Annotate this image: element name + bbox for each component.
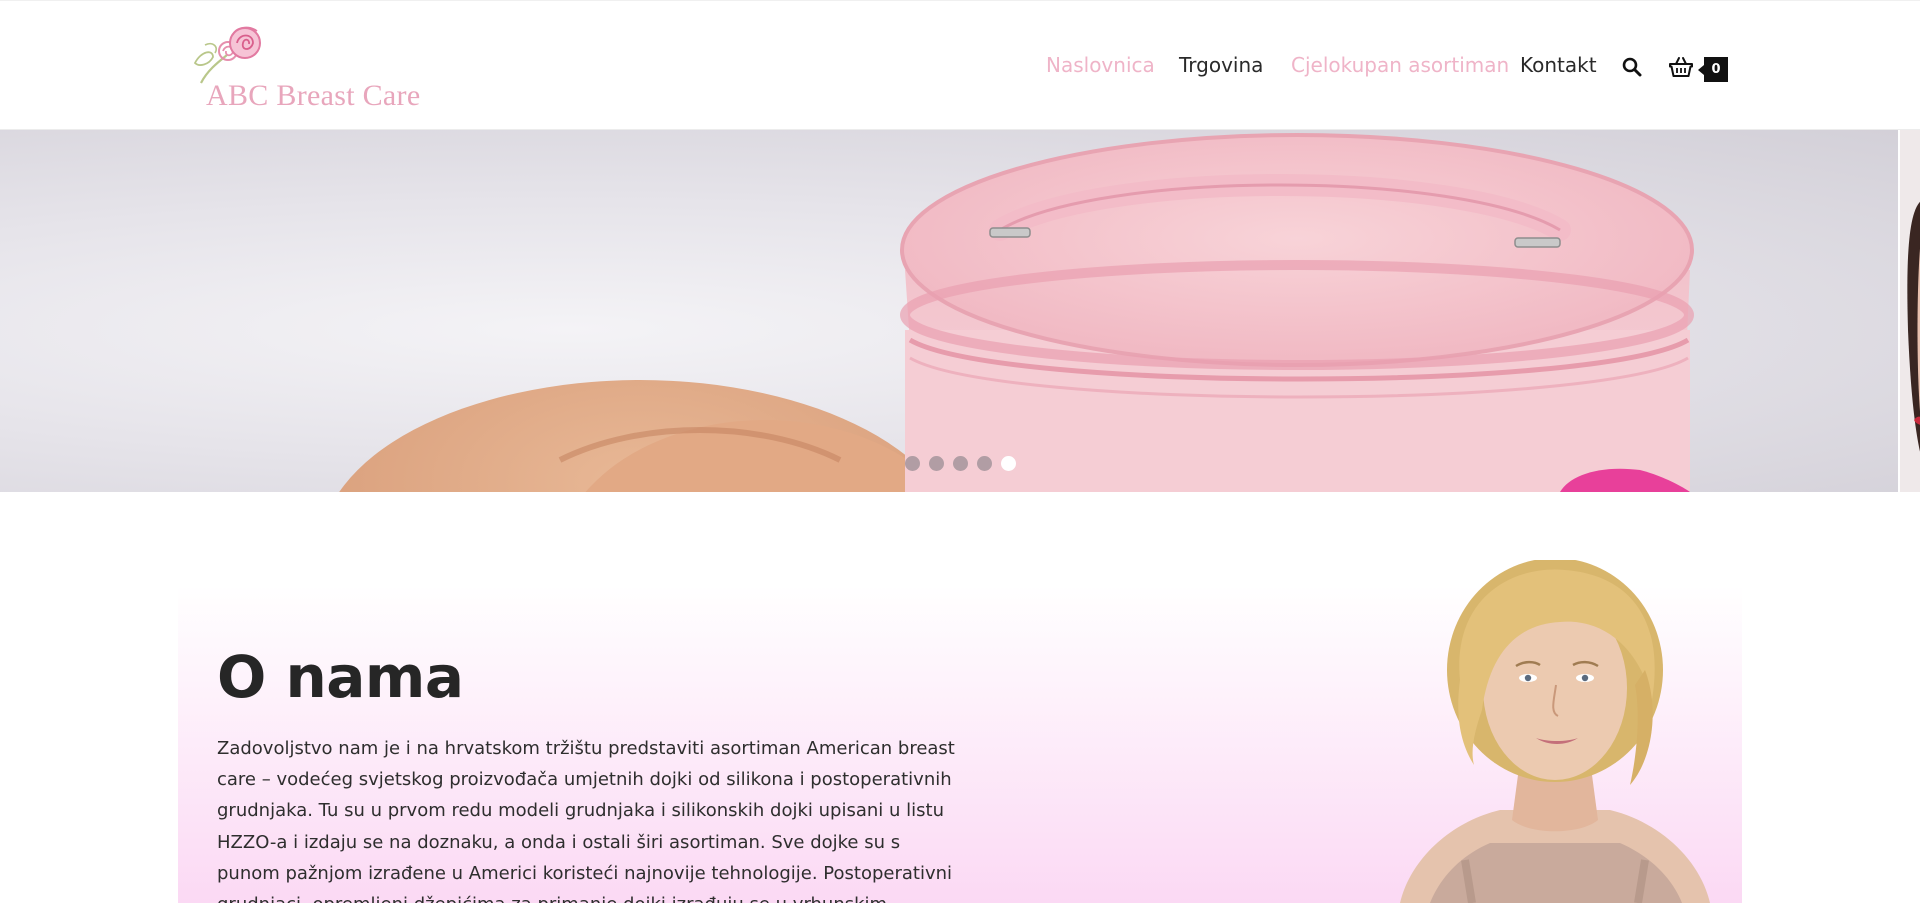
slider-dot-3[interactable] (953, 456, 968, 471)
nav-home[interactable]: Naslovnica (1046, 53, 1155, 77)
logo-text: ABC Breast Care (206, 79, 421, 112)
slider-dot-5[interactable] (1001, 456, 1016, 471)
nav-contact[interactable]: Kontakt (1520, 53, 1597, 77)
slider-pagination (905, 456, 1016, 471)
site-header: ABC Breast Care Naslovnica Trgovina Cjel… (0, 0, 1920, 130)
about-title: O nama (217, 643, 464, 711)
basket-icon[interactable] (1669, 56, 1693, 83)
about-paragraph: Zadovoljstvo nam je i na hrvatskom tržiš… (217, 738, 955, 903)
slider-dot-4[interactable] (977, 456, 992, 471)
next-slide-peek (1898, 130, 1920, 492)
slide-image (339, 133, 1694, 492)
cart-count-badge[interactable]: 0 (1698, 57, 1728, 82)
slider-dot-2[interactable] (929, 456, 944, 471)
portrait-image (1390, 558, 1720, 904)
search-icon[interactable] (1622, 57, 1642, 82)
site-logo[interactable]: ABC Breast Care (183, 21, 433, 116)
hero-slider[interactable] (0, 130, 1898, 492)
nav-shop[interactable]: Trgovina (1179, 53, 1263, 77)
nav-catalog[interactable]: Cjelokupan asortiman (1291, 53, 1509, 77)
slider-dot-1[interactable] (905, 456, 920, 471)
